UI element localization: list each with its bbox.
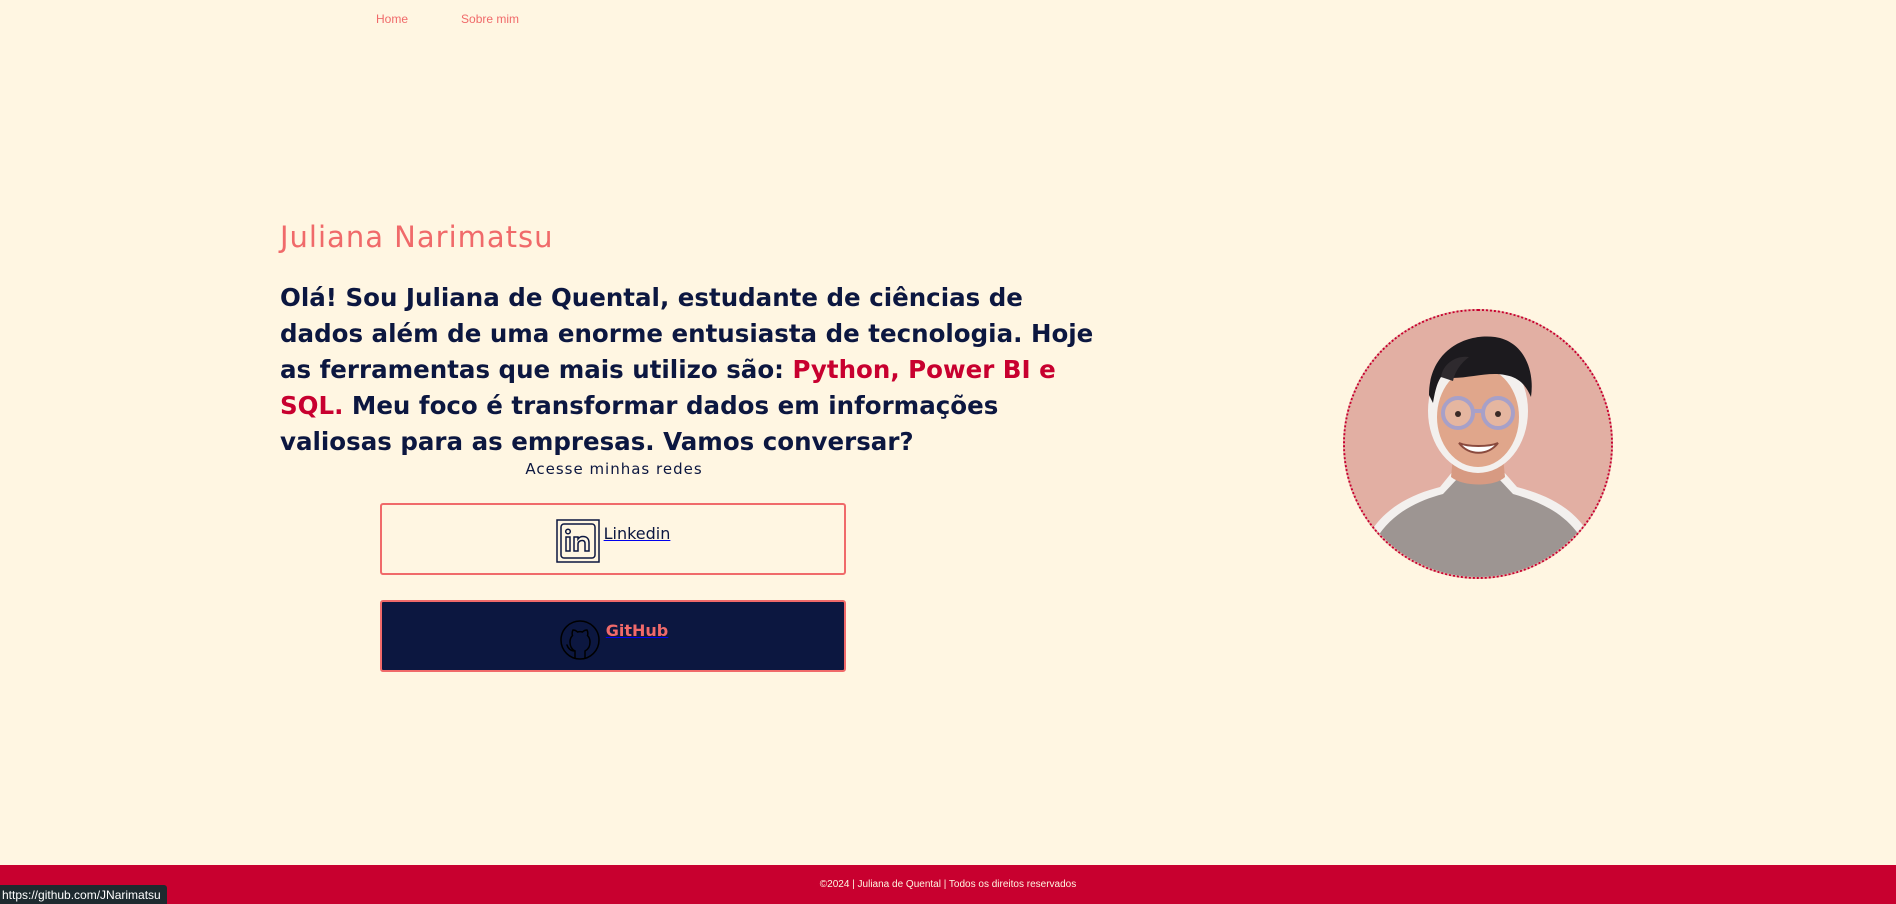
linkedin-icon (555, 519, 600, 563)
github-icon (560, 620, 600, 660)
linkedin-button[interactable]: Linkedin (380, 503, 846, 575)
linkedin-button-label: Linkedin (603, 524, 671, 543)
page-title: Juliana Narimatsu (280, 220, 554, 254)
github-button[interactable]: GitHub (380, 600, 846, 672)
footer-copyright: ©2024 | Juliana de Quental | Todos os di… (819, 879, 1077, 890)
nav-link-about[interactable]: Sobre mim (461, 12, 519, 26)
github-button-label: GitHub (605, 621, 669, 640)
linkedin-button-content: Linkedin (555, 519, 671, 563)
profile-photo (1343, 309, 1613, 579)
footer: ©2024 | Juliana de Quental | Todos os di… (0, 865, 1896, 904)
top-nav: Home Sobre mim (376, 12, 519, 26)
bio-part-2: Meu foco é transformar dados em informaç… (280, 391, 999, 456)
browser-status-url: https://github.com/JNarimatsu (0, 885, 167, 904)
github-button-content: GitHub (558, 616, 669, 660)
nav-link-home[interactable]: Home (376, 12, 408, 26)
profile-portrait-illustration (1345, 311, 1611, 577)
bio-text: Olá! Sou Juliana de Quental, estudante d… (280, 280, 1110, 460)
social-title: Acesse minhas redes (525, 460, 703, 478)
